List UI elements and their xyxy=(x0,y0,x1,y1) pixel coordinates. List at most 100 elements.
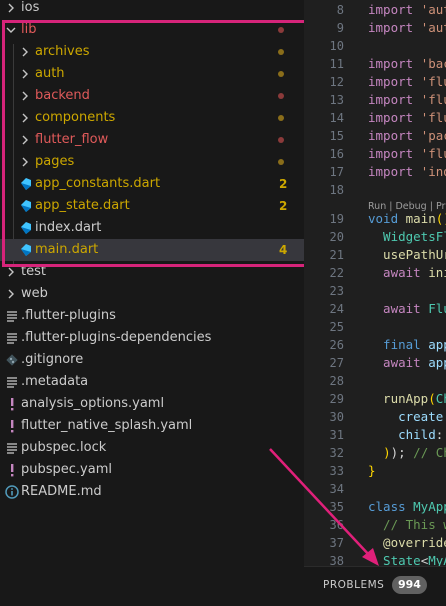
code-line[interactable]: final app xyxy=(368,336,446,354)
code-line[interactable]: import 'pac xyxy=(368,127,446,145)
tree-item-flutter-plugins[interactable]: .flutter-plugins xyxy=(0,305,304,327)
git-icon xyxy=(5,349,19,371)
code-token: } xyxy=(368,463,376,478)
line-number: 20 xyxy=(329,230,344,244)
tree-item-readme-md[interactable]: README.md xyxy=(0,481,304,503)
tree-item-pubspec-lock[interactable]: pubspec.lock xyxy=(0,437,304,459)
code-line[interactable]: await ini xyxy=(368,264,446,282)
code-token: main xyxy=(405,211,436,226)
code-line[interactable]: // This w xyxy=(368,516,446,534)
tree-item-label: auth xyxy=(35,66,65,81)
code-line[interactable]: import 'ind xyxy=(368,163,446,181)
code-token: 'pac xyxy=(420,128,446,143)
chevron-down-icon xyxy=(6,19,16,41)
tree-item-app-constants-dart[interactable]: app_constants.dart 2 xyxy=(0,173,304,195)
code-token: import xyxy=(368,92,421,107)
code-token: runApp xyxy=(368,391,429,406)
tree-item-backend[interactable]: backend xyxy=(0,85,304,107)
yaml-exclamation-icon xyxy=(5,415,19,437)
code-line[interactable]: import 'flu xyxy=(368,145,446,163)
code-line[interactable]: @override xyxy=(368,534,446,552)
line-number: 24 xyxy=(329,302,344,316)
line-number: 33 xyxy=(329,464,344,478)
code-token: import xyxy=(368,110,421,125)
code-line[interactable]: } xyxy=(368,462,376,480)
tree-item-lib[interactable]: lib xyxy=(0,19,304,41)
code-line[interactable]: await Flu xyxy=(368,300,446,318)
codelens-run-debug[interactable]: Run | Debug | Pr xyxy=(368,201,445,212)
tree-item-flutter-flow[interactable]: flutter_flow xyxy=(0,129,304,151)
code-token: import xyxy=(368,56,421,71)
line-number: 8 xyxy=(336,3,344,17)
code-token: await xyxy=(368,355,429,370)
code-line[interactable]: import 'flu xyxy=(368,109,446,127)
code-token: ); xyxy=(390,445,414,460)
tree-item-metadata[interactable]: .metadata xyxy=(0,371,304,393)
code-token: import xyxy=(368,74,421,89)
tree-item-web[interactable]: web xyxy=(0,283,304,305)
tree-item-label: index.dart xyxy=(35,220,102,235)
text-file-icon xyxy=(5,327,19,349)
code-line[interactable]: import 'flu xyxy=(368,73,446,91)
code-line[interactable]: usePathUr xyxy=(368,246,446,264)
code-line[interactable]: WidgetsFl xyxy=(368,228,446,246)
tree-item-index-dart[interactable]: index.dart xyxy=(0,217,304,239)
code-line[interactable]: import 'flu xyxy=(368,91,446,109)
code-line[interactable]: child: xyxy=(368,426,443,444)
tree-item-label: app_constants.dart xyxy=(35,176,161,191)
tree-item-test[interactable]: test xyxy=(0,261,304,283)
code-line[interactable]: void main() xyxy=(368,210,446,228)
code-line[interactable]: )); // Ch xyxy=(368,444,446,462)
tree-item-label: components xyxy=(35,110,116,125)
code-token: WidgetsFl xyxy=(368,229,446,244)
code-token: ( xyxy=(428,391,436,406)
code-line[interactable]: await app xyxy=(368,354,446,372)
code-token: app xyxy=(428,355,446,370)
tree-item-main-dart[interactable]: main.dart 4 xyxy=(0,239,304,261)
tree-item-label: pages xyxy=(35,154,75,169)
code-token: () xyxy=(435,211,446,226)
line-number: 22 xyxy=(329,266,344,280)
tree-item-flutter-native-splash-yaml[interactable]: flutter_native_splash.yaml xyxy=(0,415,304,437)
line-number: 17 xyxy=(329,165,344,179)
code-token: 'ind xyxy=(420,164,446,179)
text-file-icon xyxy=(5,371,19,393)
code-line[interactable]: import 'bac xyxy=(368,55,446,73)
problems-tab[interactable]: PROBLEMS xyxy=(323,579,384,591)
code-line[interactable]: class MyApp xyxy=(368,498,446,516)
code-line[interactable]: State<MyA xyxy=(368,552,446,566)
problem-count-badge: 4 xyxy=(279,243,288,257)
modified-dot xyxy=(278,137,284,143)
modified-dot xyxy=(278,159,284,165)
line-number: 18 xyxy=(329,183,344,197)
line-number: 36 xyxy=(329,518,344,532)
tree-item-label: test xyxy=(21,264,46,279)
line-number: 9 xyxy=(336,21,344,35)
tree-item-archives[interactable]: archives xyxy=(0,41,304,63)
line-number: 26 xyxy=(329,338,344,352)
yaml-exclamation-icon xyxy=(5,459,19,481)
tree-item-flutter-plugins-dependencies[interactable]: .flutter-plugins-dependencies xyxy=(0,327,304,349)
tree-item-auth[interactable]: auth xyxy=(0,63,304,85)
tree-item-app-state-dart[interactable]: app_state.dart 2 xyxy=(0,195,304,217)
code-line[interactable]: runApp(Ch xyxy=(368,390,446,408)
code-editor[interactable]: 8 import 'aut 9 import 'aut 10 11 import 'bac 1… xyxy=(304,0,446,566)
tree-item-analysis-options-yaml[interactable]: analysis_options.yaml xyxy=(0,393,304,415)
code-token: app xyxy=(428,337,446,352)
line-number: 12 xyxy=(329,75,344,89)
yaml-exclamation-icon xyxy=(5,393,19,415)
code-token: void xyxy=(368,211,406,226)
code-line[interactable]: import 'aut xyxy=(368,1,446,19)
tree-item-pubspec-yaml[interactable]: pubspec.yaml xyxy=(0,459,304,481)
tree-item-pages[interactable]: pages xyxy=(0,151,304,173)
code-line[interactable]: import 'aut xyxy=(368,19,446,37)
tree-item-ios[interactable]: ios xyxy=(0,0,304,19)
code-token: import xyxy=(368,20,421,35)
line-number: 37 xyxy=(329,536,344,550)
tree-item-components[interactable]: components xyxy=(0,107,304,129)
code-line[interactable]: create: xyxy=(368,408,446,426)
problem-count-badge: 2 xyxy=(279,199,288,213)
line-number: 19 xyxy=(329,212,344,226)
tree-item-gitignore[interactable]: .gitignore xyxy=(0,349,304,371)
